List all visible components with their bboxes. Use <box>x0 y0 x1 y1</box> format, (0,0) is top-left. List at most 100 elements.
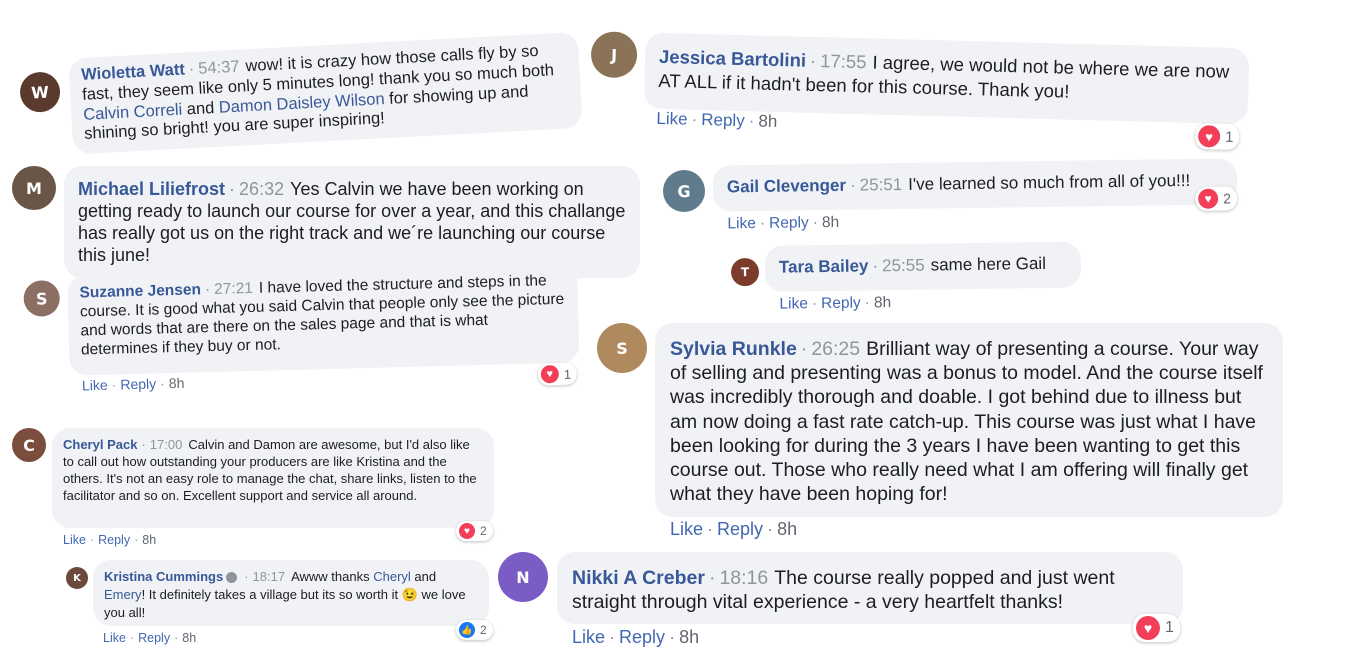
separator-dot: · <box>691 109 698 129</box>
comment-timestamp[interactable]: 17:55 <box>820 50 867 72</box>
comment-timestamp[interactable]: 26:32 <box>239 179 284 199</box>
comment-age[interactable]: 8h <box>142 533 156 547</box>
reply-link[interactable]: Reply <box>821 295 861 313</box>
separator-dot: · <box>141 437 146 452</box>
comment-actions: Like · Reply · 8h <box>572 627 699 648</box>
reply-link[interactable]: Reply <box>120 376 156 393</box>
separator-dot: · <box>759 214 766 232</box>
reaction-count: 2 <box>1223 190 1232 207</box>
reply-link[interactable]: Reply <box>717 519 763 539</box>
comment-age[interactable]: 8h <box>182 631 196 645</box>
comment-timestamp[interactable]: 26:25 <box>811 338 860 360</box>
comment-bubble: Cheryl Pack · 17:00 Calvin and Damon are aw… <box>52 428 494 528</box>
avatar[interactable]: C <box>12 428 46 462</box>
comment-bubble: Kristina Cummings · 18:17 Awww thanks Chery… <box>93 560 489 626</box>
mention-link[interactable]: Cheryl <box>373 569 411 584</box>
comment-actions: Like · Reply · 8h <box>656 109 777 132</box>
avatar[interactable]: K <box>66 567 88 589</box>
comment-actions: Like · Reply · 8h <box>779 294 891 314</box>
reaction-summary[interactable]: ♥ 2 <box>1195 186 1238 211</box>
comment-age[interactable]: 8h <box>822 214 839 231</box>
separator-dot: · <box>669 627 676 647</box>
comment-timestamp[interactable]: 18:16 <box>719 567 768 589</box>
heart-icon: ♥ <box>540 364 560 384</box>
like-link[interactable]: Like <box>63 533 86 547</box>
reaction-summary[interactable]: ♥ 2 <box>456 521 493 541</box>
comment-bubble: Tara Bailey · 25:55 same here Gail <box>764 241 1082 292</box>
like-link[interactable]: Like <box>572 627 605 647</box>
avatar[interactable]: M <box>12 166 56 210</box>
reaction-summary[interactable]: ♥ 1 <box>1133 614 1180 642</box>
verified-badge-icon <box>226 572 238 584</box>
separator-dot: · <box>849 175 856 195</box>
comment-bubble: Suzanne Jensen · 27:21 I have loved the str… <box>67 262 580 376</box>
separator-dot: · <box>111 376 117 393</box>
mention-link[interactable]: Emery <box>104 587 142 602</box>
separator-dot: · <box>229 179 236 199</box>
comment-age[interactable]: 8h <box>169 375 185 391</box>
separator-dot: · <box>800 338 808 360</box>
comment-wioletta-watt: W Wioletta Watt · 54:37 wow! it is crazy ho… <box>0 3 603 164</box>
like-link[interactable]: Like <box>656 109 688 129</box>
avatar[interactable]: W <box>19 71 62 114</box>
reaction-summary[interactable]: 👍 2 <box>456 620 493 640</box>
comment-bubble: Nikki A Creber · 18:16 The course really po… <box>557 552 1183 624</box>
comment-age[interactable]: 8h <box>679 627 699 647</box>
comment-text: ! It definitely takes a village but its … <box>104 587 466 620</box>
reply-link[interactable]: Reply <box>701 110 745 130</box>
commenter-name[interactable]: Nikki A Creber <box>572 567 705 589</box>
comment-timestamp[interactable]: 25:55 <box>882 256 925 276</box>
separator-dot: · <box>188 60 195 79</box>
separator-dot: · <box>864 294 871 312</box>
reaction-summary[interactable]: ♥ 1 <box>1194 122 1240 151</box>
comment-suzanne-jensen: S Suzanne Jensen · 27:21 I have loved the s… <box>0 256 602 402</box>
avatar[interactable]: N <box>498 552 548 602</box>
avatar[interactable]: G <box>662 169 706 213</box>
reply-link[interactable]: Reply <box>619 627 665 647</box>
comment-timestamp[interactable]: 25:51 <box>860 175 903 195</box>
comment-age[interactable]: 8h <box>777 519 797 539</box>
comment-bubble: Gail Clevenger · 25:51 I've learned so much… <box>712 158 1238 212</box>
commenter-name[interactable]: Cheryl Pack <box>63 437 137 452</box>
comment-timestamp[interactable]: 27:21 <box>214 280 253 298</box>
like-link[interactable]: Like <box>727 215 756 232</box>
reaction-summary[interactable]: ♥ 1 <box>537 362 578 386</box>
comment-timestamp[interactable]: 18:17 <box>253 569 286 584</box>
separator-dot: · <box>809 49 817 72</box>
heart-icon: ♥ <box>1197 125 1221 148</box>
reply-link[interactable]: Reply <box>138 631 170 645</box>
comment-actions: Like · Reply · 8h <box>727 214 839 234</box>
comment-timestamp[interactable]: 54:37 <box>198 58 240 78</box>
heart-icon: ♥ <box>1136 616 1160 640</box>
reaction-count: 2 <box>480 524 487 538</box>
avatar[interactable]: T <box>730 257 760 287</box>
reply-link[interactable]: Reply <box>769 214 809 232</box>
commenter-name[interactable]: Sylvia Runkle <box>670 338 797 360</box>
reaction-count: 1 <box>563 366 572 382</box>
like-link[interactable]: Like <box>779 295 808 312</box>
commenter-name[interactable]: Tara Bailey <box>779 256 869 276</box>
comment-timestamp[interactable]: 17:00 <box>150 437 183 452</box>
avatar[interactable]: S <box>597 323 647 373</box>
commenter-name[interactable]: Jessica Bartolini <box>659 46 807 71</box>
separator-dot: · <box>174 631 179 645</box>
like-link[interactable]: Like <box>82 377 108 394</box>
reply-link[interactable]: Reply <box>98 533 130 547</box>
avatar[interactable]: S <box>23 280 61 317</box>
commenter-name[interactable]: Suzanne Jensen <box>79 281 201 301</box>
commenter-name[interactable]: Gail Clevenger <box>727 176 846 197</box>
comment-tara-bailey: T Tara Bailey · 25:55 same here Gail Like · R… <box>725 235 1106 320</box>
comment-gail-clevenger: G Gail Clevenger · 25:51 I've learned so mu… <box>655 152 1256 240</box>
commenter-name[interactable]: Michael Liliefrost <box>78 179 225 199</box>
comment-actions: Like · Reply · 8h <box>63 533 156 547</box>
comment-age[interactable]: 8h <box>874 294 891 311</box>
separator-dot: · <box>872 256 879 276</box>
separator-dot: · <box>812 214 819 232</box>
thumbs-up-icon: 👍 <box>459 622 475 638</box>
commenter-name[interactable]: Kristina Cummings <box>104 569 223 584</box>
like-link[interactable]: Like <box>103 631 126 645</box>
separator-dot: · <box>129 631 135 645</box>
like-link[interactable]: Like <box>670 519 703 539</box>
avatar[interactable]: J <box>590 31 638 79</box>
comment-age[interactable]: 8h <box>758 112 777 131</box>
